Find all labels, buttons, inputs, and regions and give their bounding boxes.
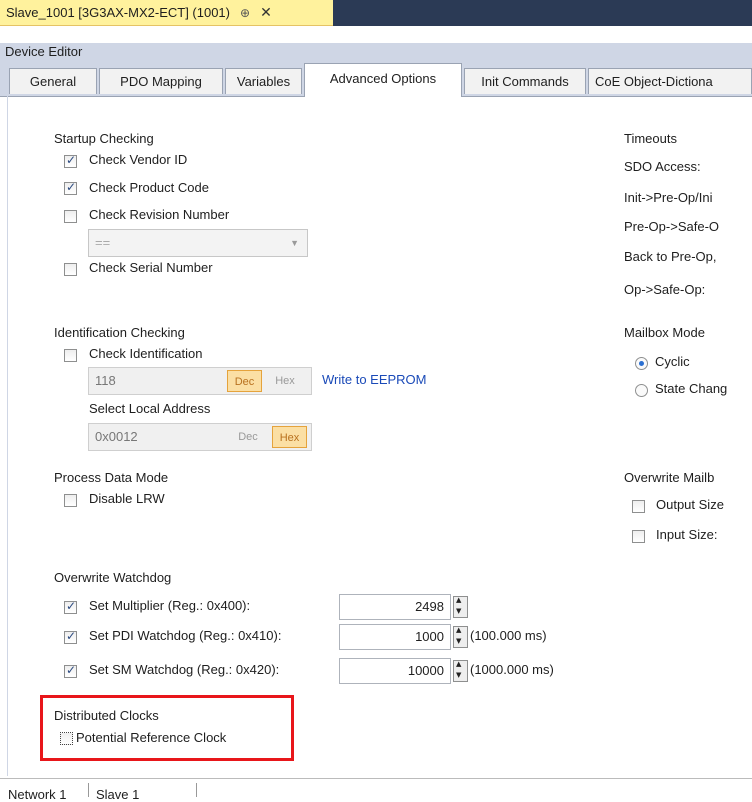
write-eeprom-link[interactable]: Write to EEPROM — [322, 372, 427, 387]
mailbox-heading: Mailbox Mode — [624, 325, 705, 340]
vendor-id-checkbox[interactable] — [64, 153, 77, 168]
local-address-label: Select Local Address — [89, 401, 211, 416]
tab-advanced-options[interactable]: Advanced Options — [304, 63, 462, 97]
tab-label: General — [29, 74, 77, 89]
tab-well — [333, 0, 752, 26]
revision-checkbox[interactable] — [64, 210, 77, 223]
serial-checkbox[interactable] — [64, 263, 77, 276]
state-change-label: State Chang — [655, 381, 728, 396]
tab-label: Variables — [236, 74, 291, 89]
input-size-checkbox[interactable] — [632, 530, 645, 543]
revision-label: Check Revision Number — [89, 207, 230, 222]
watchdog-heading: Overwrite Watchdog — [54, 570, 172, 585]
lrw-checkbox[interactable] — [64, 494, 77, 507]
lrw-label: Disable LRW — [89, 491, 165, 506]
pdi-ms: (100.000 ms) — [470, 628, 547, 643]
pdi-spinner[interactable] — [453, 626, 468, 648]
hex-button[interactable]: Hex — [270, 370, 300, 392]
highlight-box — [40, 695, 294, 761]
tab-label: Init Commands — [481, 74, 569, 89]
local-dec-button[interactable]: Dec — [233, 426, 263, 448]
tab-pdo-mapping[interactable]: PDO Mapping — [99, 68, 223, 94]
process-heading: Process Data Mode — [54, 470, 169, 485]
panel-border — [7, 96, 8, 776]
tab-coe-object-dictionary[interactable]: CoE Object-Dictiona — [588, 68, 752, 94]
sm-ms: (1000.000 ms) — [470, 662, 554, 677]
output-size-label: Output Size — [656, 497, 724, 512]
multiplier-spinner[interactable] — [453, 596, 468, 618]
overwrite-mailbox-heading: Overwrite Mailb — [624, 470, 715, 485]
sm-spinner[interactable] — [453, 660, 468, 682]
serial-label: Check Serial Number — [89, 260, 213, 275]
tab-label: CoE Object-Dictiona — [595, 74, 713, 89]
tab-init-commands[interactable]: Init Commands — [464, 68, 586, 94]
local-address-value: 0x0012 — [95, 429, 138, 444]
timeouts-heading: Timeouts — [624, 131, 677, 146]
preop-safeop-label: Pre-Op->Safe-O — [624, 219, 720, 234]
document-tab[interactable]: Slave_1001 [3G3AX-MX2-ECT] (1001) ⊕ ✕ — [0, 0, 333, 26]
local-hex-button[interactable]: Hex — [272, 426, 307, 448]
op-safeop-label: Op->Safe-Op: — [624, 282, 706, 297]
pdi-checkbox[interactable] — [64, 629, 77, 644]
editor-title: Device Editor — [0, 43, 752, 61]
chevron-down-icon: ▼ — [290, 238, 299, 248]
status-bar: Network 1 Slave 1 — [0, 778, 752, 802]
revision-dropdown[interactable]: == ▼ — [88, 229, 308, 257]
identification-label: Check Identification — [89, 346, 203, 361]
multiplier-label: Set Multiplier (Reg.: 0x400): — [89, 598, 251, 613]
pin-icon[interactable]: ⊕ — [240, 6, 250, 20]
startup-heading: Startup Checking — [54, 131, 154, 146]
pdi-label: Set PDI Watchdog (Reg.: 0x410): — [89, 628, 282, 643]
product-code-checkbox[interactable] — [64, 180, 77, 195]
output-size-checkbox[interactable] — [632, 500, 645, 513]
status-slave[interactable]: Slave 1 — [96, 787, 139, 802]
status-divider — [88, 783, 89, 797]
cyclic-label: Cyclic — [655, 354, 690, 369]
status-network[interactable]: Network 1 — [8, 787, 67, 802]
multiplier-checkbox[interactable] — [64, 599, 77, 614]
tab-label: PDO Mapping — [120, 74, 202, 89]
identification-checkbox[interactable] — [64, 349, 77, 362]
revision-dropdown-value: == — [95, 235, 111, 250]
init-preop-label: Init->Pre-Op/Ini — [624, 190, 713, 205]
identification-heading: Identification Checking — [54, 325, 185, 340]
vendor-id-label: Check Vendor ID — [89, 152, 188, 167]
sm-label: Set SM Watchdog (Reg.: 0x420): — [89, 662, 280, 677]
status-divider — [196, 783, 197, 797]
back-preop-label: Back to Pre-Op, — [624, 249, 717, 264]
sm-checkbox[interactable] — [64, 663, 77, 678]
multiplier-input[interactable]: 2498 — [339, 594, 451, 620]
tab-label: Advanced Options — [329, 71, 437, 86]
close-icon[interactable]: ✕ — [260, 4, 272, 21]
state-change-radio[interactable] — [635, 384, 648, 397]
document-tab-title: Slave_1001 [3G3AX-MX2-ECT] (1001) — [6, 5, 230, 20]
pdi-input[interactable]: 1000 — [339, 624, 451, 650]
spacer — [0, 26, 752, 43]
tab-general[interactable]: General — [9, 68, 97, 94]
input-size-label: Input Size: — [656, 527, 718, 542]
tab-variables[interactable]: Variables — [225, 68, 302, 94]
cyclic-radio[interactable] — [635, 357, 648, 370]
product-code-label: Check Product Code — [89, 180, 209, 195]
dec-button[interactable]: Dec — [227, 370, 262, 392]
identification-value: 118 — [95, 373, 116, 388]
sm-input[interactable]: 10000 — [339, 658, 451, 684]
sdo-access-label: SDO Access: — [624, 159, 701, 174]
